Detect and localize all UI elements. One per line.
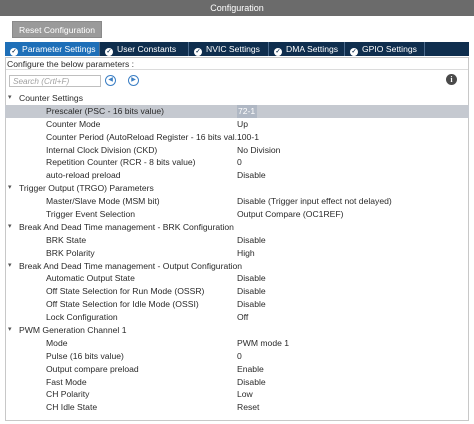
group-label: PWM Generation Channel 1: [19, 325, 127, 336]
search-input[interactable]: [9, 75, 101, 87]
param-row[interactable]: BRK Polarity High: [5, 247, 469, 260]
tab-label: User Constants: [117, 44, 177, 54]
group-trigger-output[interactable]: ▾ Trigger Output (TRGO) Parameters: [5, 182, 469, 195]
tab-label: DMA Settings: [286, 44, 339, 54]
param-value[interactable]: Disable: [237, 234, 266, 247]
tab-user-constants[interactable]: ✓ User Constants: [100, 42, 189, 56]
param-name: Master/Slave Mode (MSM bit): [46, 196, 160, 207]
tab-nvic-settings[interactable]: ✓ NVIC Settings: [189, 42, 269, 56]
param-name: Repetition Counter (RCR - 8 bits value): [46, 157, 196, 168]
check-circle-icon: ✓: [350, 48, 358, 56]
param-row[interactable]: Lock Configuration Off: [5, 311, 469, 324]
group-brk-configuration[interactable]: ▾ Break And Dead Time management - BRK C…: [5, 221, 469, 234]
check-circle-icon: ✓: [194, 48, 202, 56]
param-row[interactable]: Off State Selection for Run Mode (OSSR) D…: [5, 285, 469, 298]
param-row[interactable]: Repetition Counter (RCR - 8 bits value) 0: [5, 156, 469, 169]
param-name: Prescaler (PSC - 16 bits value): [46, 105, 164, 116]
window-title: Configuration: [0, 0, 474, 16]
param-name: Off State Selection for Run Mode (OSSR): [46, 286, 205, 297]
param-name: Off State Selection for Idle Mode (OSSI): [46, 299, 199, 310]
chevron-down-icon[interactable]: ▾: [8, 260, 12, 273]
param-row[interactable]: CH Polarity Low: [5, 388, 469, 401]
group-label: Break And Dead Time management - Output …: [19, 260, 243, 271]
check-circle-icon: ✓: [10, 48, 18, 56]
param-name: BRK Polarity: [46, 247, 95, 258]
group-label: Counter Settings: [19, 93, 84, 103]
param-row[interactable]: Fast Mode Disable: [5, 376, 469, 389]
param-row[interactable]: Prescaler (PSC - 16 bits value) 72-1: [5, 104, 469, 118]
param-value[interactable]: Low: [237, 388, 253, 401]
group-pwm-channel-1[interactable]: ▾ PWM Generation Channel 1: [5, 324, 469, 337]
param-row[interactable]: Mode PWM mode 1: [5, 337, 469, 350]
param-row[interactable]: Counter Period (AutoReload Register - 16…: [5, 131, 469, 144]
tab-label: Parameter Settings: [22, 44, 96, 54]
param-name: CH Polarity: [46, 389, 90, 400]
chevron-down-icon[interactable]: ▾: [8, 182, 12, 195]
param-name: Counter Period (AutoReload Register - 16…: [46, 131, 242, 142]
group-label: Break And Dead Time management - BRK Con…: [19, 221, 234, 232]
arrow-left-icon[interactable]: ◀: [105, 75, 116, 86]
param-value[interactable]: PWM mode 1: [237, 337, 289, 350]
chevron-down-icon[interactable]: ▾: [8, 324, 12, 337]
chevron-down-icon[interactable]: ▾: [8, 92, 12, 105]
param-value[interactable]: 100-1: [237, 131, 259, 144]
param-value[interactable]: Disable: [237, 272, 266, 285]
group-counter-settings[interactable]: ▾ Counter Settings: [5, 92, 469, 105]
param-name: Counter Mode: [46, 118, 101, 129]
tab-gpio-settings[interactable]: ✓ GPIO Settings: [345, 42, 425, 56]
param-value[interactable]: Enable: [237, 363, 264, 376]
tab-bar: ✓ Parameter Settings ✓ User Constants ✓ NVI…: [5, 42, 469, 56]
tab-label: GPIO Settings: [362, 44, 417, 54]
param-row[interactable]: Counter Mode Up: [5, 118, 469, 131]
param-value[interactable]: Disable: [237, 285, 266, 298]
param-row[interactable]: CH Idle State Reset: [5, 401, 469, 414]
param-name: BRK State: [46, 234, 87, 245]
check-circle-icon: ✓: [274, 48, 282, 56]
group-label: Trigger Output (TRGO) Parameters: [19, 183, 154, 194]
param-name: Internal Clock Division (CKD): [46, 144, 158, 155]
tab-label: NVIC Settings: [206, 44, 260, 54]
param-row[interactable]: Output compare preload Enable: [5, 363, 469, 376]
parameter-tree: ▾ Counter Settings Prescaler (PSC - 16 b…: [5, 92, 469, 414]
chevron-down-icon[interactable]: ▾: [8, 221, 12, 234]
param-name: auto-reload preload: [46, 170, 121, 181]
param-row[interactable]: Automatic Output State Disable: [5, 272, 469, 285]
param-value[interactable]: Output Compare (OC1REF): [237, 208, 344, 221]
param-name: Output compare preload: [46, 363, 139, 374]
param-value[interactable]: 0: [237, 350, 242, 363]
param-name: Mode: [46, 337, 68, 348]
param-value[interactable]: Disable: [237, 376, 266, 389]
param-name: CH Idle State: [46, 402, 98, 413]
param-name: Automatic Output State: [46, 273, 135, 284]
group-output-configuration[interactable]: ▾ Break And Dead Time management - Outpu…: [5, 260, 469, 273]
tab-dma-settings[interactable]: ✓ DMA Settings: [269, 42, 345, 56]
param-value[interactable]: Disable: [237, 298, 266, 311]
param-name: Trigger Event Selection: [46, 209, 136, 220]
param-value[interactable]: Disable (Trigger input effect not delaye…: [237, 195, 392, 208]
param-name: Pulse (16 bits value): [46, 350, 124, 361]
arrow-right-icon[interactable]: ▶: [128, 75, 139, 86]
check-circle-icon: ✓: [105, 48, 113, 56]
param-value[interactable]: High: [237, 247, 255, 260]
param-name: Lock Configuration: [46, 312, 118, 323]
tab-parameter-settings[interactable]: ✓ Parameter Settings: [5, 42, 100, 56]
param-value[interactable]: Reset: [237, 401, 259, 414]
param-value[interactable]: 72-1: [237, 104, 257, 118]
info-icon[interactable]: i: [446, 74, 457, 85]
param-value[interactable]: Disable: [237, 169, 266, 182]
param-row[interactable]: Off State Selection for Idle Mode (OSSI)…: [5, 298, 469, 311]
param-row[interactable]: auto-reload preload Disable: [5, 169, 469, 182]
param-row[interactable]: Pulse (16 bits value) 0: [5, 350, 469, 363]
param-value[interactable]: Up: [237, 118, 248, 131]
param-value[interactable]: Off: [237, 311, 248, 324]
reset-configuration-button[interactable]: Reset Configuration: [12, 21, 102, 38]
param-name: Fast Mode: [46, 376, 87, 387]
param-row[interactable]: BRK State Disable: [5, 234, 469, 247]
param-row[interactable]: Internal Clock Division (CKD) No Division: [5, 144, 469, 157]
configure-label: Configure the below parameters :: [6, 59, 468, 70]
param-row[interactable]: Trigger Event Selection Output Compare (O…: [5, 208, 469, 221]
param-value[interactable]: No Division: [237, 144, 280, 157]
param-row[interactable]: Master/Slave Mode (MSM bit) Disable (Trig…: [5, 195, 469, 208]
param-value[interactable]: 0: [237, 156, 242, 169]
